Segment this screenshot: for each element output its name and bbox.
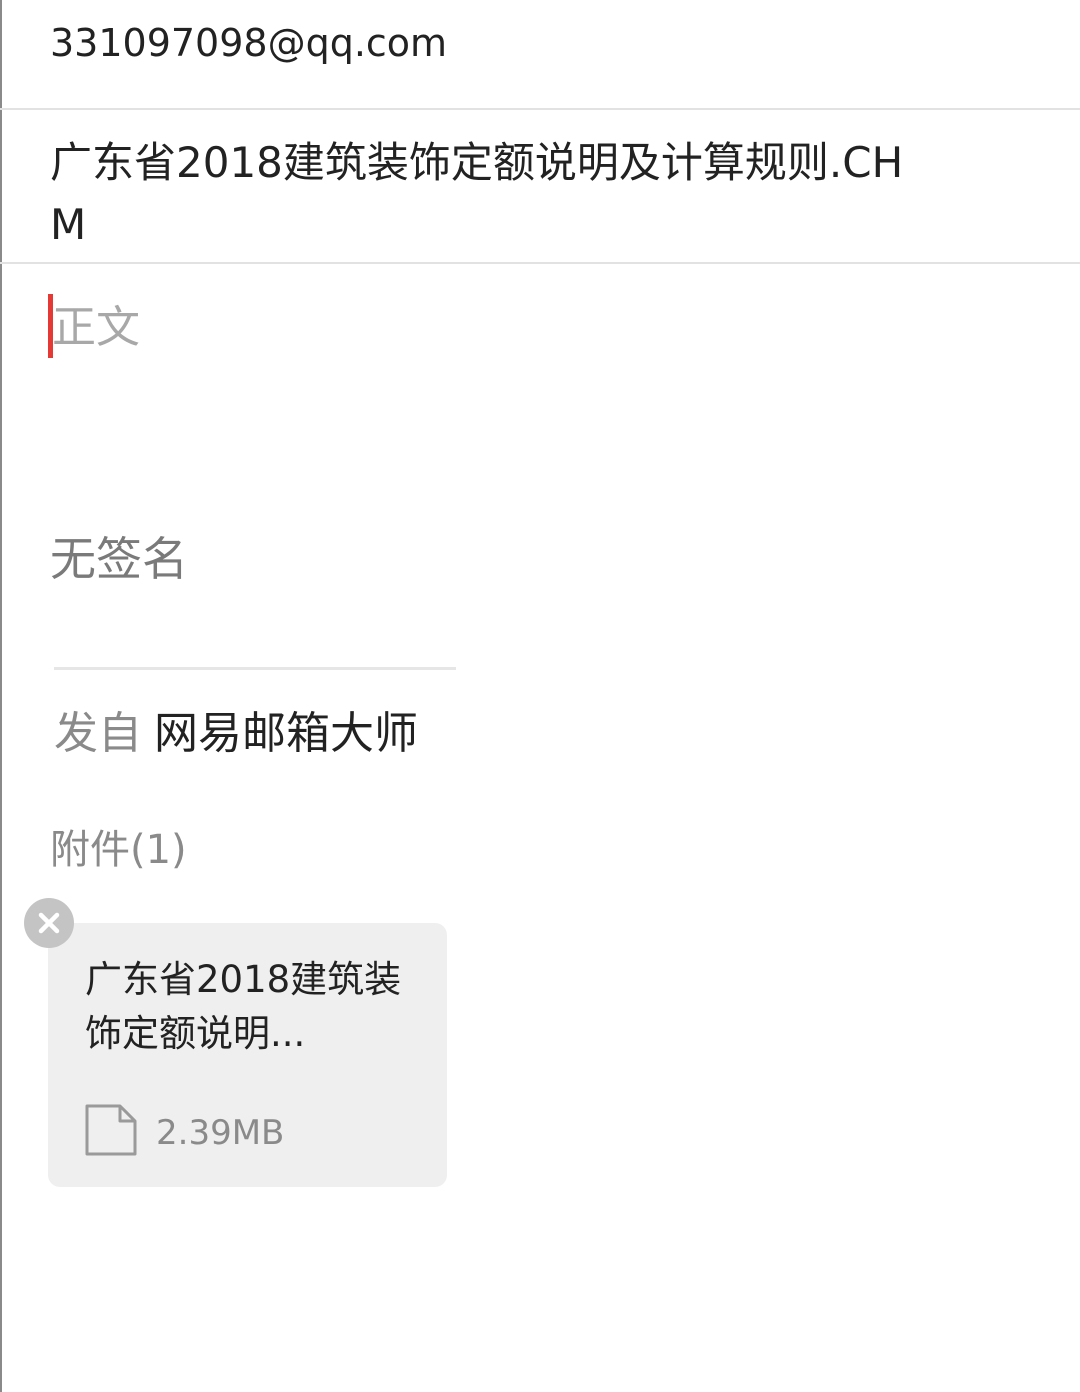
attachment-size: 2.39MB bbox=[156, 1113, 285, 1153]
subject-row[interactable]: 广东省2018建筑装饰定额说明及计算规则.CHM bbox=[0, 110, 1080, 264]
attachment-card[interactable]: 广东省2018建筑装饰定额说明... 2.39MB bbox=[48, 923, 447, 1187]
subject-field[interactable]: 广东省2018建筑装饰定额说明及计算规则.CHM bbox=[50, 132, 910, 256]
attachment-name: 广东省2018建筑装饰定额说明... bbox=[85, 958, 402, 1055]
body-input[interactable]: 正文 bbox=[52, 300, 140, 356]
text-cursor bbox=[48, 294, 53, 358]
close-icon bbox=[38, 912, 60, 934]
sent-from-prefix: 发自 bbox=[54, 708, 142, 759]
attachments-label: 附件(1) bbox=[50, 827, 187, 873]
sent-from-app-name: 网易邮箱大师 bbox=[154, 708, 418, 759]
recipient-row[interactable]: 331097098@qq.com bbox=[0, 0, 1080, 110]
remove-attachment-button[interactable] bbox=[24, 898, 74, 948]
sent-from-line: 发自 网易邮箱大师 bbox=[54, 704, 418, 764]
file-icon bbox=[84, 1103, 138, 1157]
recipient-field[interactable]: 331097098@qq.com bbox=[50, 18, 447, 68]
signature-divider bbox=[54, 667, 456, 670]
signature-text[interactable]: 无签名 bbox=[50, 528, 188, 590]
